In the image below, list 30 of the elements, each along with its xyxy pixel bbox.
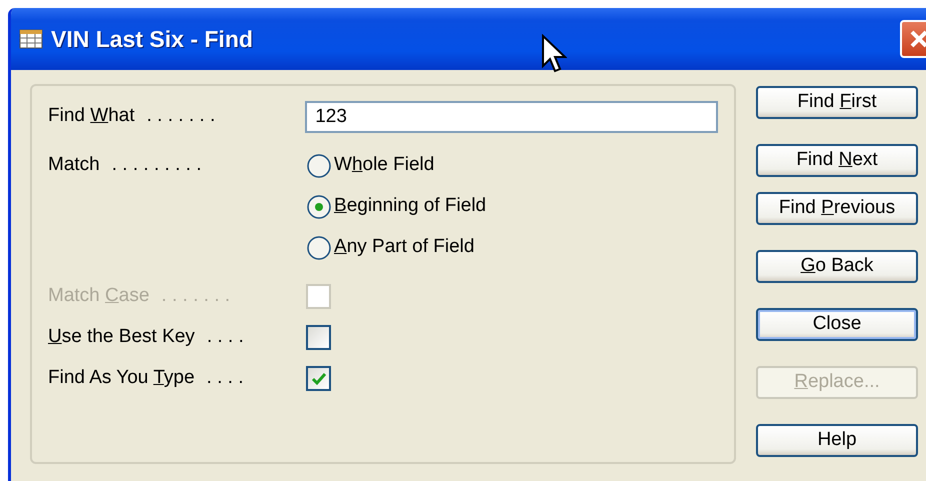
dot-leader: . . . . . . . <box>161 284 230 308</box>
option-label: Beginning of Field <box>334 194 486 218</box>
find-what-field[interactable]: 123 <box>305 100 718 132</box>
close-icon <box>908 28 926 50</box>
radio-button[interactable] <box>306 152 332 178</box>
table-icon <box>19 29 43 49</box>
dialog-button[interactable]: Find Previous <box>756 192 918 225</box>
dialog-button[interactable]: Close <box>756 308 918 341</box>
dialog-button[interactable]: Help <box>756 424 918 457</box>
field-label: Use the Best Key <box>48 325 195 350</box>
mouse-pointer-icon <box>541 34 567 74</box>
radio-button[interactable] <box>306 234 332 260</box>
radio-button[interactable] <box>306 194 332 220</box>
dot-leader: . . . . . . . . . <box>112 153 202 178</box>
field-label: Match <box>48 153 100 178</box>
dialog-button[interactable]: Go Back <box>756 250 918 283</box>
window-title: VIN Last Six - Find <box>51 24 253 54</box>
dot-leader: . . . . <box>206 325 244 350</box>
dot-leader: . . . . <box>206 366 244 390</box>
dialog-button[interactable]: Find First <box>756 86 918 119</box>
option-label: Any Part of Field <box>334 235 474 260</box>
dot-leader: . . . . . . . <box>146 104 216 128</box>
check-icon <box>310 372 326 386</box>
field-label: Find What <box>48 104 135 128</box>
checkbox[interactable] <box>306 325 331 350</box>
option-label: Whole Field <box>334 153 434 178</box>
dialog-button[interactable]: Find Next <box>756 144 918 177</box>
checkbox[interactable] <box>306 366 331 391</box>
field-label: Find As You Type <box>48 366 195 390</box>
field-label: Match Case <box>48 284 150 308</box>
